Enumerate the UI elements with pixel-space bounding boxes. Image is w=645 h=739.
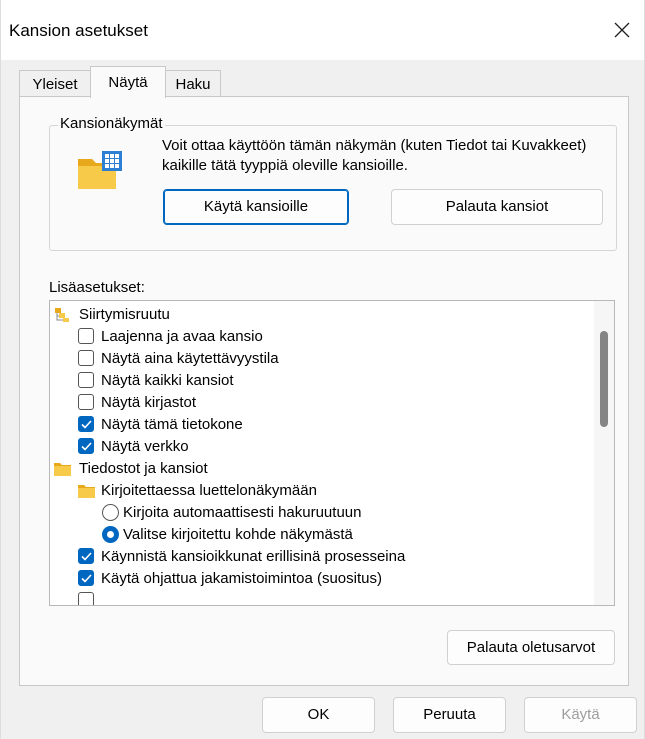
reset-folders-button[interactable]: Palauta kansiot [391,189,603,225]
title-bar[interactable]: Kansion asetukset [1,0,644,60]
advanced-settings-list[interactable]: Siirtymisruutu Laajenna ja avaa kansio N… [49,300,615,606]
vertical-scrollbar[interactable] [594,301,614,605]
window-title: Kansion asetukset [9,21,148,40]
cancel-button[interactable]: Peruuta [393,697,506,733]
checkmark-icon [81,552,92,561]
item-label: Käynnistä kansioikkunat erillisinä prose… [101,548,406,565]
checkbox[interactable] [78,394,94,410]
tab-general[interactable]: Yleiset [19,70,91,97]
group-label: Tiedostot ja kansiot [79,460,208,477]
item-label: Käytä ohjattua jakamistoimintoa (suositu… [101,570,382,587]
ok-button[interactable]: OK [262,697,375,733]
group-label: Siirtymisruutu [79,306,170,323]
advanced-settings-label: Lisäasetukset: [49,279,145,296]
subgroup-label: Kirjoitettaessa luettelonäkymään [101,482,317,499]
checkbox-checked[interactable] [78,570,94,586]
item-label: Näytä kaikki kansiot [101,372,234,389]
checkbox-checked[interactable] [78,548,94,564]
item-label: Näytä aina käytettävyystila [101,350,279,367]
folder-options-dialog: Kansion asetukset Yleiset Näytä Haku Kan… [0,0,645,739]
radio-button-selected[interactable] [102,526,119,543]
apply-button[interactable]: Käytä [524,697,637,733]
restore-defaults-button[interactable]: Palauta oletusarvot [447,630,615,665]
checkmark-icon [81,574,92,583]
folder-view-icon [78,151,122,189]
close-icon [614,22,630,38]
checkbox-checked[interactable] [78,416,94,432]
close-button[interactable] [598,14,644,48]
navigation-pane-icon [55,308,69,322]
tab-view[interactable]: Näytä [90,66,166,98]
item-label: Näytä kirjastot [101,394,197,411]
folder-icon [78,485,95,498]
item-label: Näytä verkko [101,438,189,455]
item-label: Valitse kirjoitettu kohde näkymästä [123,526,353,543]
folder-views-group: Kansionäkymät Voit ottaa käyttöön tämän … [49,115,617,251]
item-label: Laajenna ja avaa kansio [101,328,263,345]
checkbox[interactable] [78,350,94,366]
checkbox[interactable] [78,328,94,344]
folder-icon [54,463,71,476]
item-label: Kirjoita automaattisesti hakuruutuun [123,504,362,521]
checkbox-checked[interactable] [78,438,94,454]
checkmark-icon [81,442,92,451]
checkmark-icon [81,420,92,429]
folder-views-description: Voit ottaa käyttöön tämän näkymän (kuten… [162,137,587,174]
view-tab-panel: Kansionäkymät Voit ottaa käyttöön tämän … [19,96,629,686]
tab-search[interactable]: Haku [165,70,221,97]
folder-views-legend: Kansionäkymät [58,115,165,132]
radio-button[interactable] [102,504,119,521]
apply-to-folders-button[interactable]: Käytä kansioille [163,189,349,225]
scrollbar-thumb[interactable] [600,331,608,427]
item-label: Näytä tämä tietokone [101,416,243,433]
checkbox[interactable] [78,372,94,388]
checkbox[interactable] [78,592,94,605]
